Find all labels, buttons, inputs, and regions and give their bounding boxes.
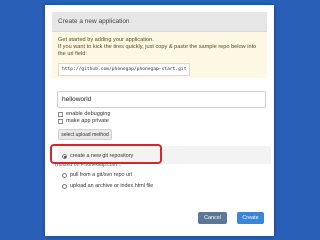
make-private-checkbox[interactable] [58, 118, 63, 124]
intro-line-1: Get started by adding your application. [58, 37, 154, 43]
cancel-button[interactable]: Cancel [198, 212, 227, 224]
enable-debugging-checkbox[interactable] [58, 111, 63, 117]
intro-line-2: If you want to kick the tires quickly, j… [58, 44, 257, 57]
pull-repo-url-radio[interactable] [62, 172, 67, 178]
upload-archive-label: upload an archive or index.html file [70, 183, 154, 189]
intro-notice: Get started by adding your application. … [52, 32, 267, 78]
enable-debugging-label: enable debugging [66, 111, 111, 117]
tab-upload-method[interactable]: select upload method [58, 129, 112, 140]
option-pull-repo-url[interactable]: pull from a git/svn repo url [62, 172, 132, 178]
option-upload-archive[interactable]: upload an archive or index.html file [62, 183, 153, 189]
enable-debugging-row[interactable]: enable debugging [58, 111, 110, 117]
sample-repo-url[interactable]: http://github.com/phonegap/phonegap-star… [58, 63, 191, 76]
pull-repo-url-label: pull from a git/svn repo url [70, 172, 133, 178]
app-name-input[interactable] [57, 91, 266, 108]
make-private-label: make app private [66, 118, 109, 124]
highlight-box [50, 144, 162, 164]
create-button[interactable]: Create [237, 212, 264, 224]
upload-archive-radio[interactable] [62, 183, 67, 189]
make-private-row[interactable]: make app private [58, 118, 109, 124]
dialog-title: Create a new application [52, 12, 267, 32]
